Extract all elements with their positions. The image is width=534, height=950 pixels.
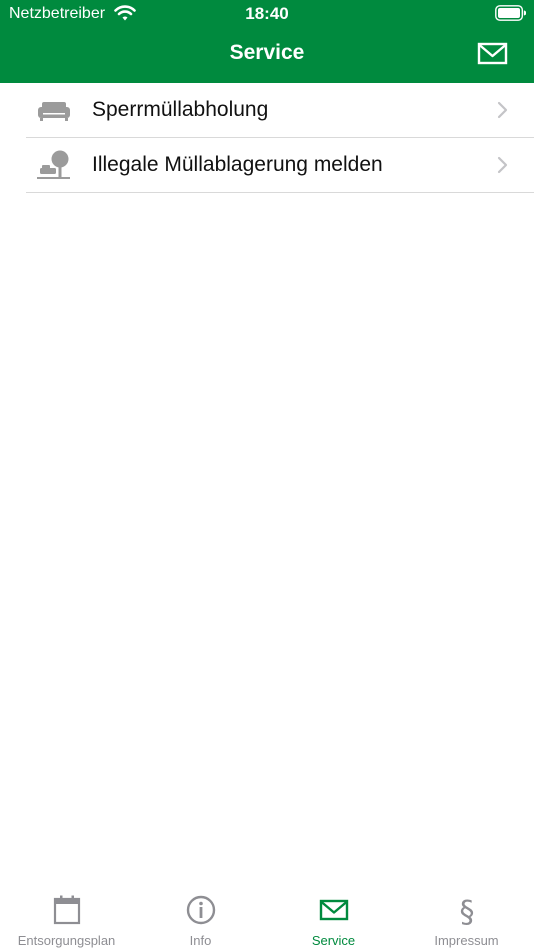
illegal-dumping-icon xyxy=(37,150,70,179)
battery-icon xyxy=(495,5,526,21)
service-item-sperrmuell[interactable]: Sperrmüllabholung xyxy=(0,83,534,138)
service-item-illegal-dumping[interactable]: Illegale Müllablagerung melden xyxy=(0,138,534,193)
paragraph-icon: § xyxy=(459,895,474,926)
tab-label: Service xyxy=(311,933,356,948)
wifi-icon xyxy=(114,5,136,21)
status-bar: Netzbetreiber 18:40 xyxy=(0,0,534,28)
tab-info[interactable]: Info xyxy=(134,884,267,950)
contact-mail-button[interactable] xyxy=(474,38,512,70)
navigation-header: Netzbetreiber 18:40 Service xyxy=(0,0,534,83)
tab-label: Entsorgungsplan xyxy=(17,933,116,948)
calendar-icon xyxy=(53,895,80,925)
chevron-right-icon xyxy=(497,156,508,174)
tab-label: Impressum xyxy=(434,933,499,948)
mail-icon xyxy=(477,42,508,65)
service-item-label: Illegale Müllablagerung melden xyxy=(92,153,383,176)
service-list: Sperrmüllabholung Illegale Müllablagerun… xyxy=(0,83,534,193)
tab-service[interactable]: Service xyxy=(267,884,400,950)
mail-icon xyxy=(319,899,348,921)
page-title: Service xyxy=(229,41,305,64)
service-item-label: Sperrmüllabholung xyxy=(92,98,269,121)
carrier-name: Netzbetreiber xyxy=(9,5,106,22)
info-icon xyxy=(186,895,215,925)
tab-label: Info xyxy=(189,933,212,948)
sofa-icon xyxy=(38,102,70,121)
tab-impressum[interactable]: § Impressum xyxy=(400,884,533,950)
tab-bar: Entsorgungsplan Info Service § Impressum xyxy=(0,884,534,950)
svg-text:§: § xyxy=(459,895,474,926)
chevron-right-icon xyxy=(497,101,508,119)
tab-entsorgungsplan[interactable]: Entsorgungsplan xyxy=(0,884,133,950)
